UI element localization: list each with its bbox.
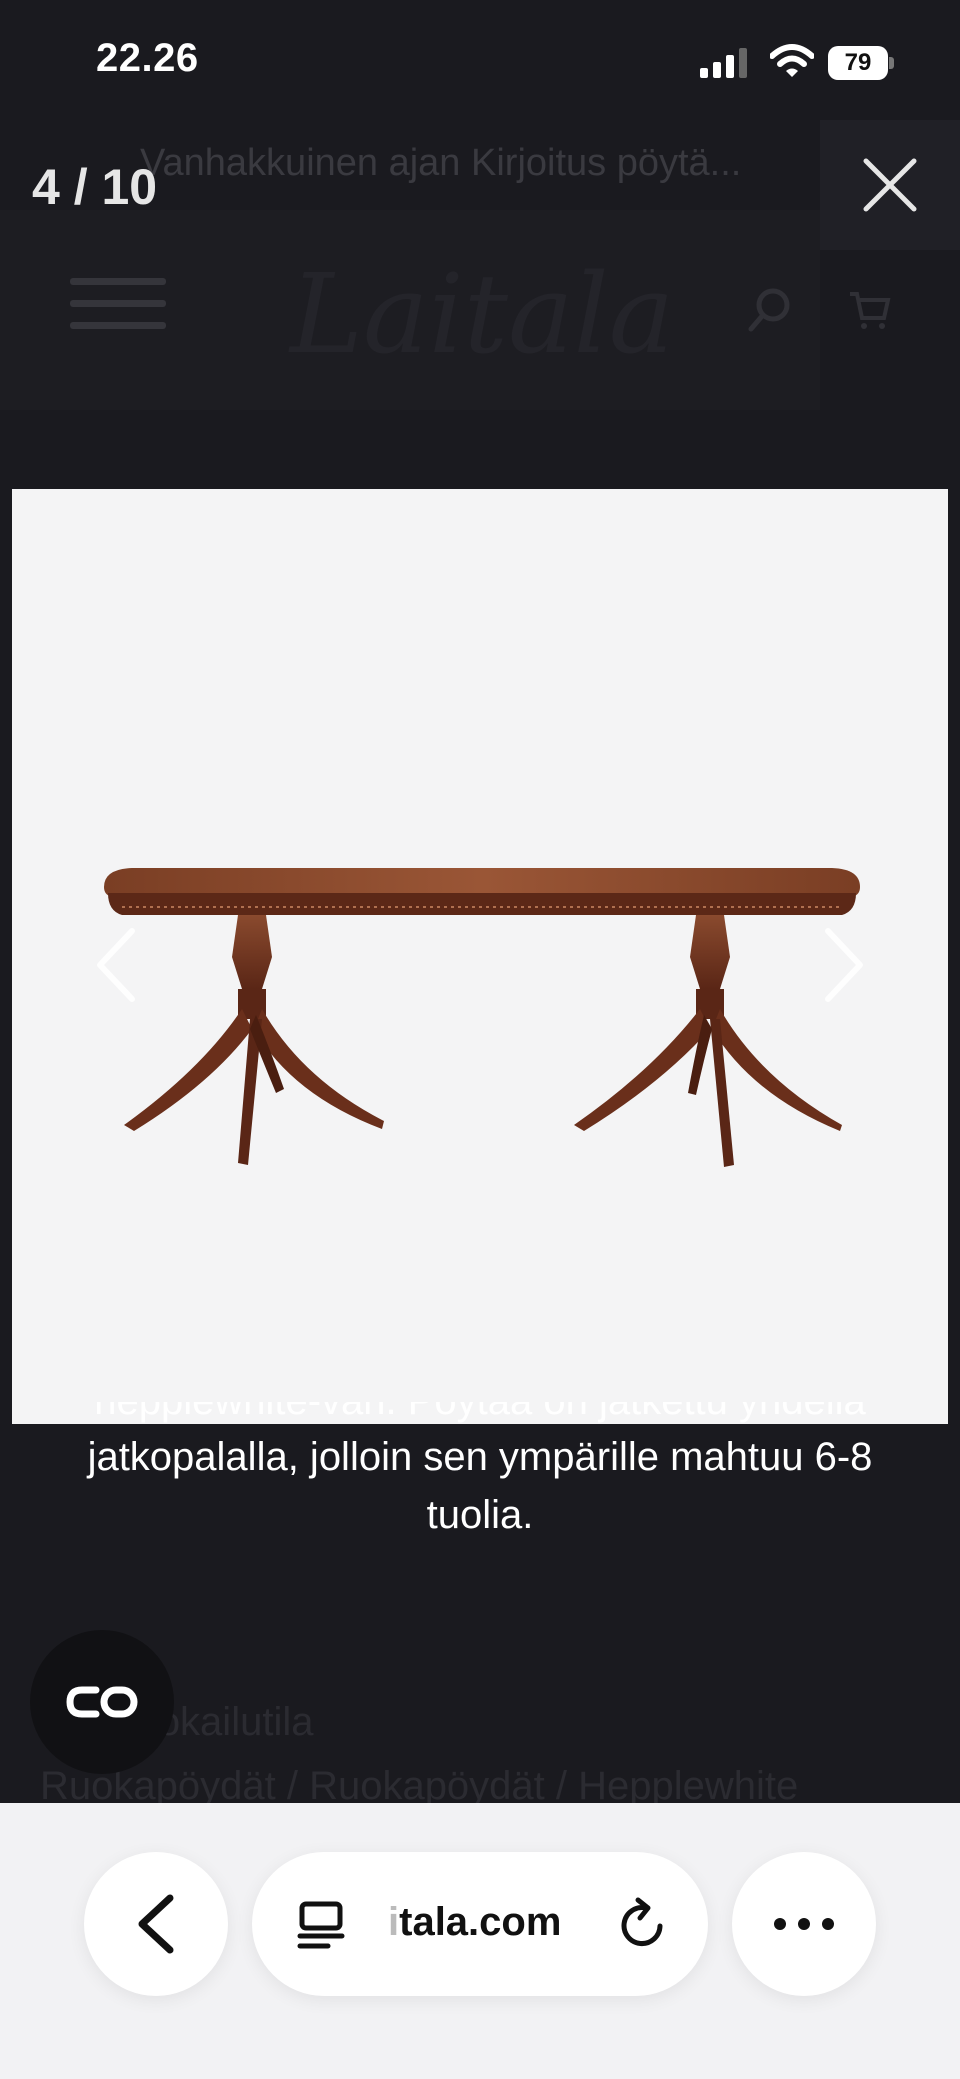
image-counter: 4 / 10 — [32, 159, 158, 215]
image-caption: hepplewhite-väri. Pöytää on jatkettu yhd… — [20, 1402, 940, 1544]
battery-icon: 79 — [828, 46, 894, 80]
url-domain: tala.com — [399, 1900, 562, 1944]
dining-table-image — [104, 868, 860, 1167]
battery-level: 79 — [828, 46, 888, 80]
back-button[interactable] — [84, 1852, 228, 1996]
cart-icon — [850, 292, 891, 329]
chevron-right-icon[interactable] — [818, 925, 868, 1005]
url-text: itala.com — [388, 1900, 561, 1945]
signal-icon — [700, 48, 747, 78]
background-page-title: Vanhakkuinen ajan Kirjoitus pöytä... — [140, 142, 742, 184]
close-button[interactable] — [820, 120, 960, 250]
search-icon — [748, 288, 790, 332]
caption-line: hepplewhite-väri. Pöytää on jatkettu yhd… — [20, 1402, 940, 1428]
link-icon — [66, 1686, 138, 1718]
caption-line: tuolia. — [426, 1493, 534, 1537]
wifi-icon — [770, 44, 814, 77]
more-button[interactable] — [732, 1852, 876, 1996]
link-button[interactable] — [30, 1630, 174, 1774]
caption-line: jatkopalalla, jolloin sen ympärille maht… — [87, 1435, 873, 1479]
close-icon — [863, 158, 917, 212]
chevron-left-icon[interactable] — [92, 925, 142, 1005]
address-bar[interactable]: itala.com — [252, 1852, 708, 1996]
reader-icon[interactable] — [296, 1900, 346, 1950]
site-logo: Laitala — [290, 250, 675, 378]
more-icon — [774, 1918, 834, 1930]
menu-icon — [70, 278, 166, 334]
reload-icon[interactable] — [616, 1896, 670, 1952]
product-image[interactable] — [12, 489, 948, 1424]
url-faded: i — [388, 1900, 400, 1944]
back-icon — [138, 1894, 174, 1954]
status-time: 22.26 — [96, 36, 199, 80]
